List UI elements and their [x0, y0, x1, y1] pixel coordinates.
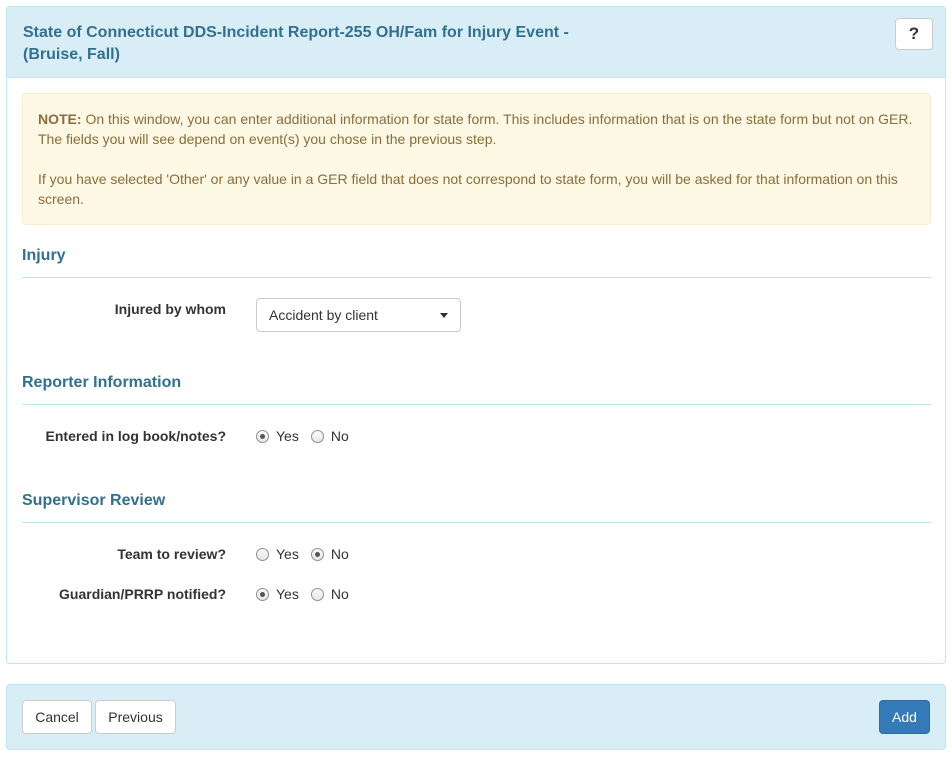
team-review-label: Team to review? [117, 546, 226, 562]
guardian-yes-label: Yes [276, 586, 299, 602]
section-title-supervisor: Supervisor Review [22, 492, 931, 523]
team-review-yes-radio[interactable] [256, 547, 269, 561]
guardian-yes-option[interactable]: Yes [256, 586, 299, 602]
logbook-no-label: No [330, 428, 349, 444]
team-review-radio-group: Yes No [256, 546, 361, 562]
add-button[interactable]: Add [879, 700, 930, 734]
note-bold-label: NOTE: [38, 111, 82, 127]
note-text-1: On this window, you can enter additional… [38, 111, 913, 147]
logbook-label: Entered in log book/notes? [45, 428, 226, 444]
guardian-notified-radio-group: Yes No [256, 586, 361, 602]
guardian-no-option[interactable]: No [310, 586, 349, 602]
footer-bar: Cancel Previous Add [6, 684, 946, 750]
guardian-notified-label: Guardian/PRRP notified? [59, 586, 226, 602]
note-alert: NOTE: On this window, you can enter addi… [22, 93, 931, 225]
section-title-reporter: Reporter Information [22, 374, 931, 405]
team-review-no-radio[interactable] [310, 547, 324, 561]
help-button[interactable]: ? [895, 18, 933, 50]
guardian-no-radio[interactable] [310, 587, 324, 601]
team-review-no-label: No [330, 546, 349, 562]
state-form-panel: State of Connecticut DDS-Incident Report… [6, 6, 946, 664]
injured-by-label: Injured by whom [114, 301, 226, 317]
team-review-yes-label: Yes [276, 546, 299, 562]
chevron-down-icon [440, 312, 448, 318]
section-title-injury: Injury [22, 247, 931, 278]
note-paragraph-1: NOTE: On this window, you can enter addi… [38, 109, 915, 149]
previous-button[interactable]: Previous [95, 700, 176, 734]
logbook-radio-group: Yes No [256, 428, 361, 444]
title-line-1: State of Connecticut DDS-Incident Report… [23, 24, 569, 41]
title-line-2: (Bruise, Fall) [23, 46, 120, 63]
cancel-button[interactable]: Cancel [22, 700, 92, 734]
logbook-yes-radio[interactable] [256, 429, 269, 443]
page-title: State of Connecticut DDS-Incident Report… [23, 22, 623, 66]
guardian-yes-radio[interactable] [256, 587, 269, 601]
guardian-no-label: No [330, 586, 349, 602]
note-text-2: If you have selected 'Other' or any valu… [38, 171, 898, 207]
logbook-yes-option[interactable]: Yes [256, 428, 299, 444]
injured-by-select[interactable]: Accident by client [256, 298, 461, 332]
panel-header: State of Connecticut DDS-Incident Report… [7, 7, 945, 78]
logbook-yes-label: Yes [276, 428, 299, 444]
logbook-no-option[interactable]: No [310, 428, 349, 444]
logbook-no-radio[interactable] [310, 429, 324, 443]
team-review-no-option[interactable]: No [310, 546, 349, 562]
injured-by-value: Accident by client [269, 307, 378, 323]
team-review-yes-option[interactable]: Yes [256, 546, 299, 562]
